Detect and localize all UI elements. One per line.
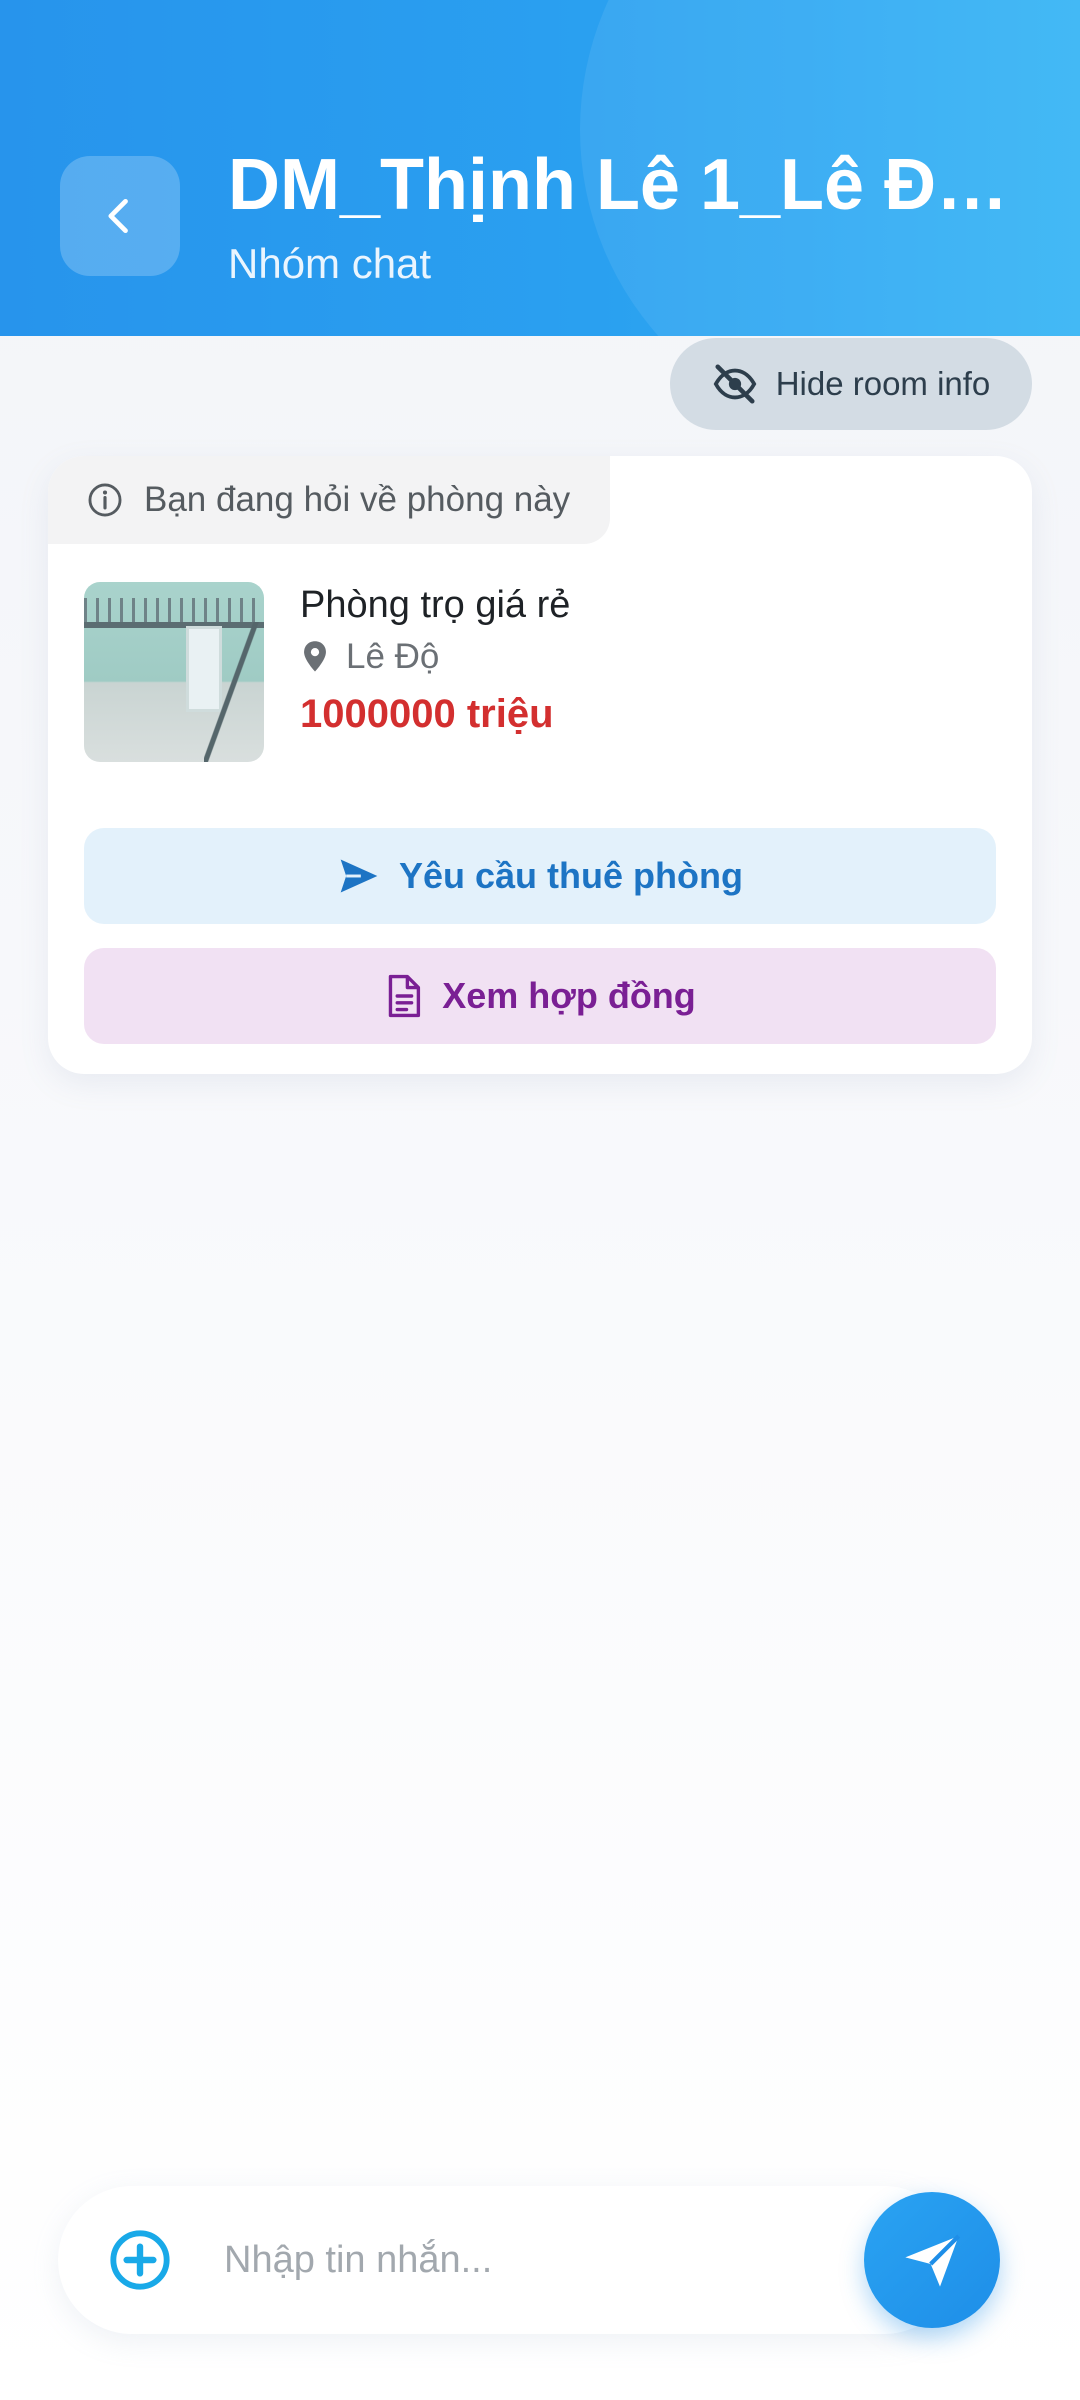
room-price: 1000000 triệu — [300, 692, 554, 736]
send-icon — [340, 859, 378, 893]
chat-header: DM_Thịnh Lê 1_Lê Đìn... Nhóm chat — [0, 0, 1080, 336]
request-rent-label: Yêu cầu thuê phòng — [398, 855, 743, 896]
view-contract-button[interactable]: Xem hợp đồng — [84, 948, 996, 1044]
room-info-card: Bạn đang hỏi về phòng này Phòng trọ giá … — [48, 456, 1032, 1074]
chat-title: DM_Thịnh Lê 1_Lê Đìn... — [228, 145, 1028, 225]
request-rent-button[interactable]: Yêu cầu thuê phòng — [84, 828, 996, 924]
room-location-label: Lê Độ — [346, 637, 440, 676]
hide-room-info-label: Hide room info — [775, 365, 991, 402]
room-thumbnail[interactable] — [84, 582, 264, 762]
inquiry-tag-label: Bạn đang hỏi về phòng này — [144, 480, 571, 519]
room-location: Lê Độ — [300, 634, 439, 680]
hide-room-info-button[interactable]: Hide room info — [670, 338, 1032, 430]
send-message-button[interactable] — [864, 2192, 1000, 2328]
inquiry-tag: Bạn đang hỏi về phòng này — [48, 456, 610, 544]
paper-plane-icon — [905, 2234, 961, 2287]
view-contract-label: Xem hợp đồng — [442, 975, 696, 1016]
location-pin-icon — [304, 641, 326, 672]
room-name: Phòng trọ giá rẻ — [300, 584, 571, 626]
chat-subtitle: Nhóm chat — [228, 240, 432, 287]
info-icon — [88, 483, 122, 517]
back-button[interactable] — [60, 156, 180, 276]
chevron-left-icon — [108, 198, 128, 234]
message-composer — [58, 2186, 958, 2334]
document-icon — [388, 974, 421, 1018]
eye-off-icon — [713, 364, 757, 404]
message-input[interactable] — [224, 2230, 784, 2290]
plus-circle-icon[interactable] — [108, 2228, 172, 2292]
